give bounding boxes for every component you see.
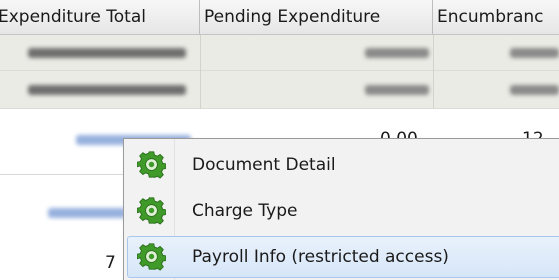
expenditure-total-value: 7 <box>105 253 116 273</box>
column-header-pending-expenditure[interactable]: Pending Expenditure <box>200 0 433 34</box>
gear-icon <box>137 197 166 225</box>
menu-item-label: Document Detail <box>192 155 336 175</box>
grid-header: Expenditure Total Pending Expenditure En… <box>0 0 559 35</box>
redacted-value <box>510 85 559 95</box>
menu-item-charge-type[interactable]: Charge Type <box>127 190 559 232</box>
menu-item-label: Payroll Info (restricted access) <box>192 247 449 267</box>
menu-item-label: Charge Type <box>192 201 298 221</box>
row-divider <box>0 174 125 175</box>
gear-icon <box>137 151 166 179</box>
column-header-encumbrance[interactable]: Encumbranc <box>433 0 559 34</box>
column-divider <box>200 35 201 109</box>
redacted-value <box>365 85 429 95</box>
redacted-link[interactable] <box>48 208 126 218</box>
gear-icon <box>137 243 166 271</box>
context-menu: Document Detail Charge Type Payroll Info… <box>123 138 559 280</box>
redacted-value <box>510 48 559 58</box>
redacted-value <box>365 48 429 58</box>
redacted-value <box>28 48 186 58</box>
table-row[interactable] <box>0 35 559 71</box>
redacted-value <box>28 85 186 95</box>
menu-item-payroll-info[interactable]: Payroll Info (restricted access) <box>127 236 559 278</box>
table-row[interactable] <box>0 71 559 109</box>
column-divider <box>433 35 434 109</box>
menu-item-document-detail[interactable]: Document Detail <box>127 144 559 186</box>
column-header-expenditure-total[interactable]: Expenditure Total <box>0 0 200 34</box>
results-grid-screen: Expenditure Total Pending Expenditure En… <box>0 0 559 280</box>
